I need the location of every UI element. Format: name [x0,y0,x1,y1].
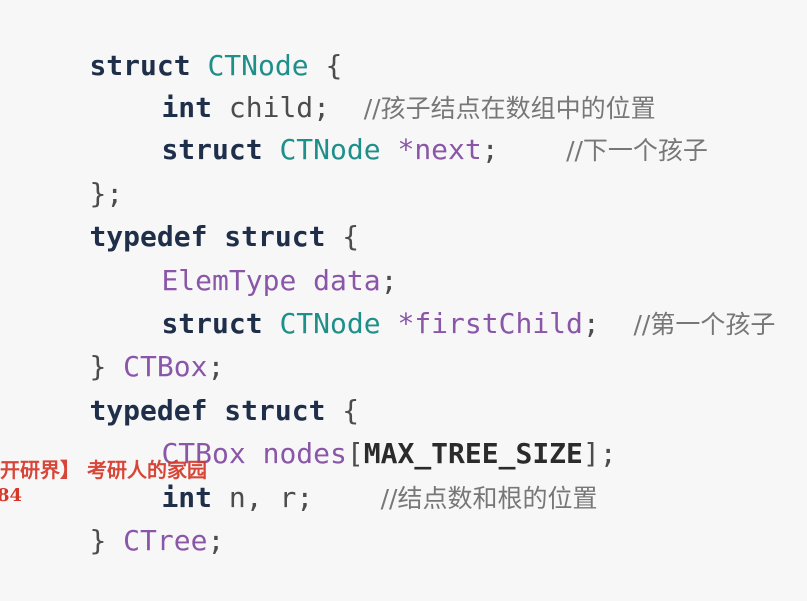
code-punctuation: ; [207,524,225,557]
code-line-7: struct CTNode *firstChild; //第一个孩子 [22,264,775,340]
code-type: CTNode [279,133,381,166]
code-line-2: int child; //孩子结点在数组中的位置 [22,48,655,124]
code-punctuation: ; [582,307,634,340]
code-comment: //下一个孩子 [566,136,708,165]
code-line-4: }; [22,134,123,210]
code-line-9: typedef struct { [22,351,359,427]
code-keyword: struct [161,133,280,166]
code-line-8: } CTBox; [22,307,224,383]
code-member: *next [380,133,482,166]
code-line-1: struct CTNode { [22,6,342,82]
code-comment: //第一个孩子 [633,310,776,339]
code-member: CTree [123,524,208,557]
code-line-3: struct CTNode *next; //下一个孩子 [22,90,707,166]
code-punctuation: ; [296,481,381,514]
code-line-12: } CTree; [22,481,224,557]
code-member: *firstChild [380,307,583,340]
code-line-5: typedef struct { [22,177,359,253]
watermark-prefix: 84 [0,485,23,506]
code-identifier: n, r [228,481,297,514]
code-punctuation: ; [481,133,567,166]
code-type: CTNode [279,307,381,340]
code-line-6: ElemType data; [22,221,397,297]
code-punctuation: } [89,524,124,557]
code-editor: struct CTNode { int child; //孩子结点在数组中的位置… [0,0,807,557]
code-line-10: CTBox nodes[MAX_TREE_SIZE]; [22,394,616,470]
watermark-text: 开研界】 考研人的家园 [0,458,207,482]
code-comment: //结点数和根的位置 [380,484,598,513]
